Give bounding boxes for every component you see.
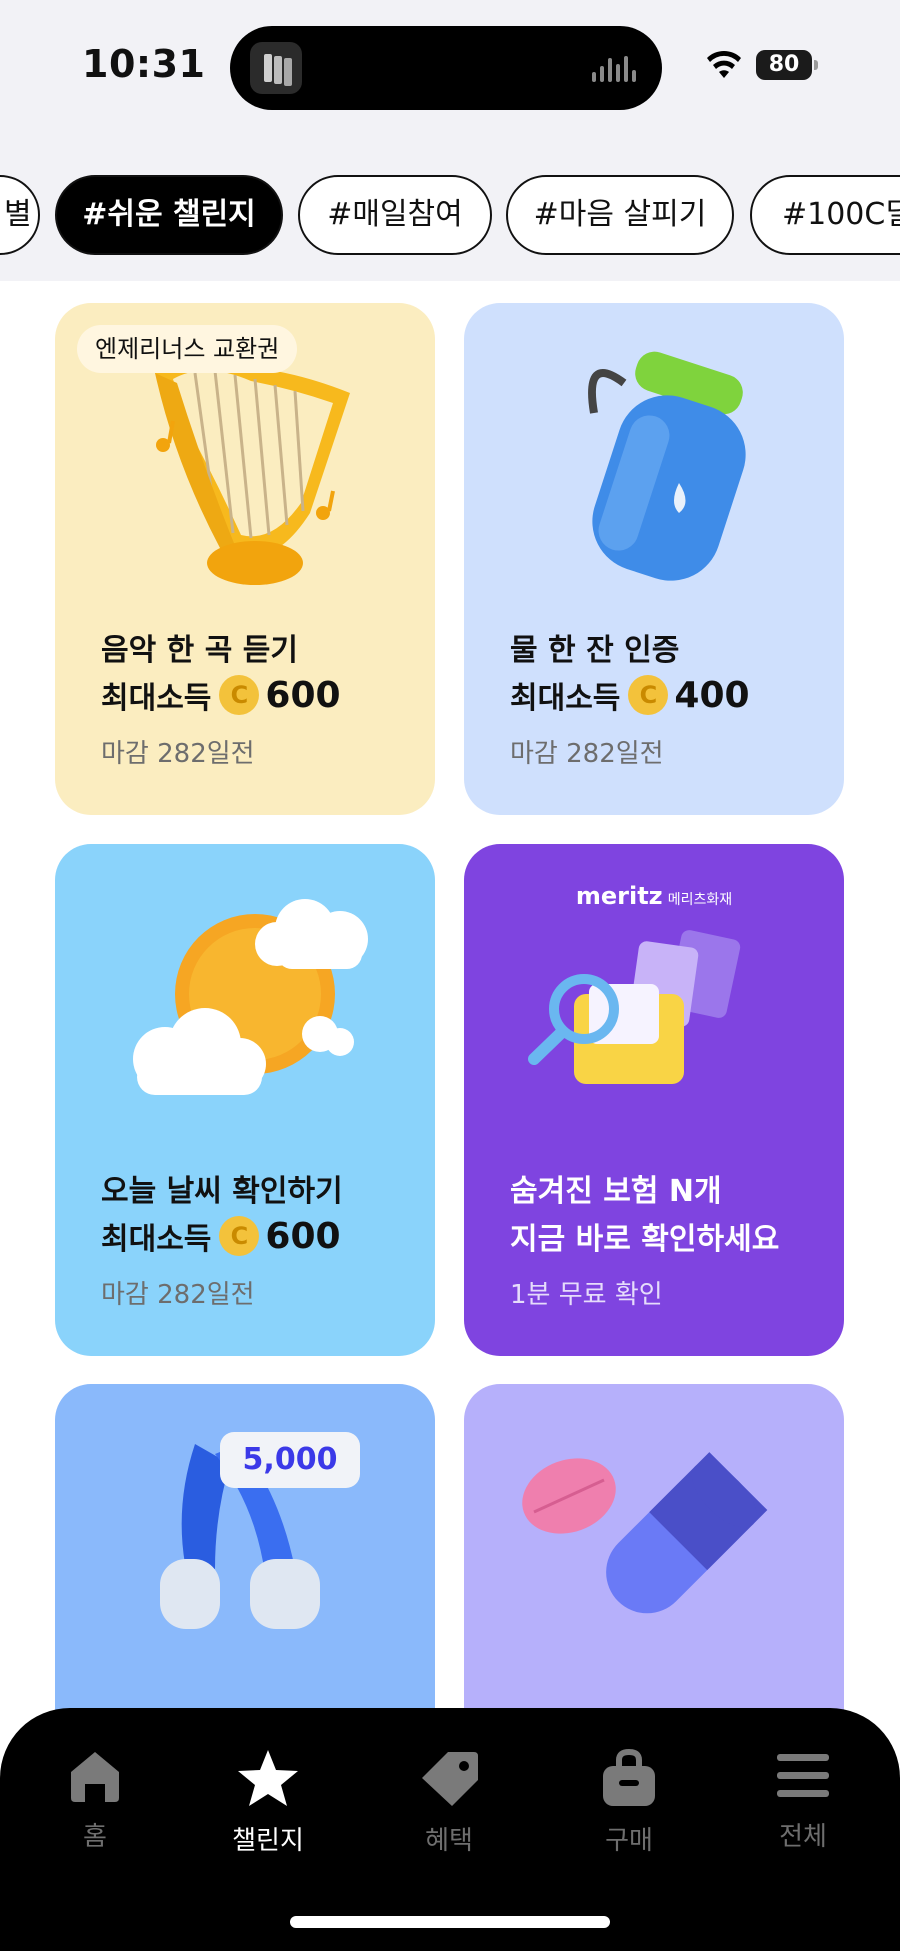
pills-icon <box>522 1452 768 1614</box>
nav-purchase[interactable]: 구매 <box>574 1748 684 1857</box>
home-icon <box>71 1752 119 1802</box>
reward-amount: 600 <box>265 1215 341 1257</box>
coin-icon: C <box>219 1216 260 1256</box>
challenge-card-water[interactable]: 물 한 잔 인증 최대소득 C 400 마감 282일전 <box>464 303 844 815</box>
status-bar: 10:31 80 <box>0 0 900 135</box>
ad-card-meritz[interactable]: meritz 메리츠화재 숨겨진 보험 N개 지금 바로 확인하세요 1분 무료… <box>464 844 844 1356</box>
tag-filter-bar: 별 #쉬운 챌린지 #매일참여 #마음 살피기 #100C딜 <box>0 135 900 281</box>
now-playing-app-icon <box>250 42 302 94</box>
step-count-bubble: 5,000 <box>220 1432 360 1488</box>
menu-icon <box>777 1754 829 1797</box>
dynamic-island <box>230 26 662 110</box>
status-time: 10:31 <box>82 42 206 86</box>
tag-partial[interactable]: 별 <box>0 175 40 255</box>
shopping-bag-icon <box>603 1748 655 1806</box>
tag-icon <box>422 1752 478 1806</box>
reward-badge: 엔제리너스 교환권 <box>77 325 298 373</box>
reward-amount: 400 <box>674 674 750 716</box>
star-icon <box>238 1750 298 1806</box>
coin-icon: C <box>628 675 669 715</box>
nav-benefits[interactable]: 혜택 <box>394 1748 504 1857</box>
card-title: 물 한 잔 인증 <box>510 633 680 668</box>
tag-daily[interactable]: #매일참여 <box>298 175 492 255</box>
bottom-nav: 홈 챌린지 혜택 구매 전체 <box>0 1708 900 1951</box>
nav-challenge[interactable]: 챌린지 <box>213 1748 323 1857</box>
ad-note: 1분 무료 확인 <box>510 1280 663 1310</box>
card-title: 오늘 날씨 확인하기 <box>101 1174 343 1209</box>
card-deadline: 마감 282일전 <box>101 739 255 769</box>
ad-subtitle: 지금 바로 확인하세요 <box>510 1222 780 1257</box>
challenge-card-music[interactable]: 엔제리너스 교환권 음악 한 곡 듣기 최대소득 C 600 마감 282일전 <box>55 303 435 815</box>
water-bottle-icon <box>588 351 746 581</box>
nav-home[interactable]: 홈 <box>40 1748 150 1853</box>
card-title: 음악 한 곡 듣기 <box>101 633 298 668</box>
walking-legs-icon <box>160 1444 320 1629</box>
tag-100c-deal[interactable]: #100C딜 <box>750 175 900 255</box>
reward-amount: 600 <box>265 674 341 716</box>
ad-title: 숨겨진 보험 N개 <box>510 1174 722 1209</box>
card-deadline: 마감 282일전 <box>101 1280 255 1310</box>
coin-icon: C <box>219 675 260 715</box>
card-reward: 최대소득 C 400 <box>510 673 750 717</box>
sun-cloud-icon <box>133 899 368 1095</box>
card-deadline: 마감 282일전 <box>510 739 664 769</box>
wifi-icon <box>707 50 741 78</box>
folder-search-icon <box>528 930 741 1084</box>
reward-label: 최대소득 <box>101 681 212 716</box>
challenge-card-weather[interactable]: 오늘 날씨 확인하기 최대소득 C 600 마감 282일전 <box>55 844 435 1356</box>
nav-all[interactable]: 전체 <box>748 1748 858 1853</box>
reward-label: 최대소득 <box>510 681 621 716</box>
tag-easy-challenge[interactable]: #쉬운 챌린지 <box>55 175 283 255</box>
reward-label: 최대소득 <box>101 1222 212 1257</box>
card-reward: 최대소득 C 600 <box>101 673 341 717</box>
battery-indicator: 80 <box>756 50 818 80</box>
home-indicator <box>290 1916 610 1928</box>
tag-mind-care[interactable]: #마음 살피기 <box>506 175 734 255</box>
audio-wave-icon <box>592 54 640 82</box>
card-reward: 최대소득 C 600 <box>101 1214 341 1258</box>
